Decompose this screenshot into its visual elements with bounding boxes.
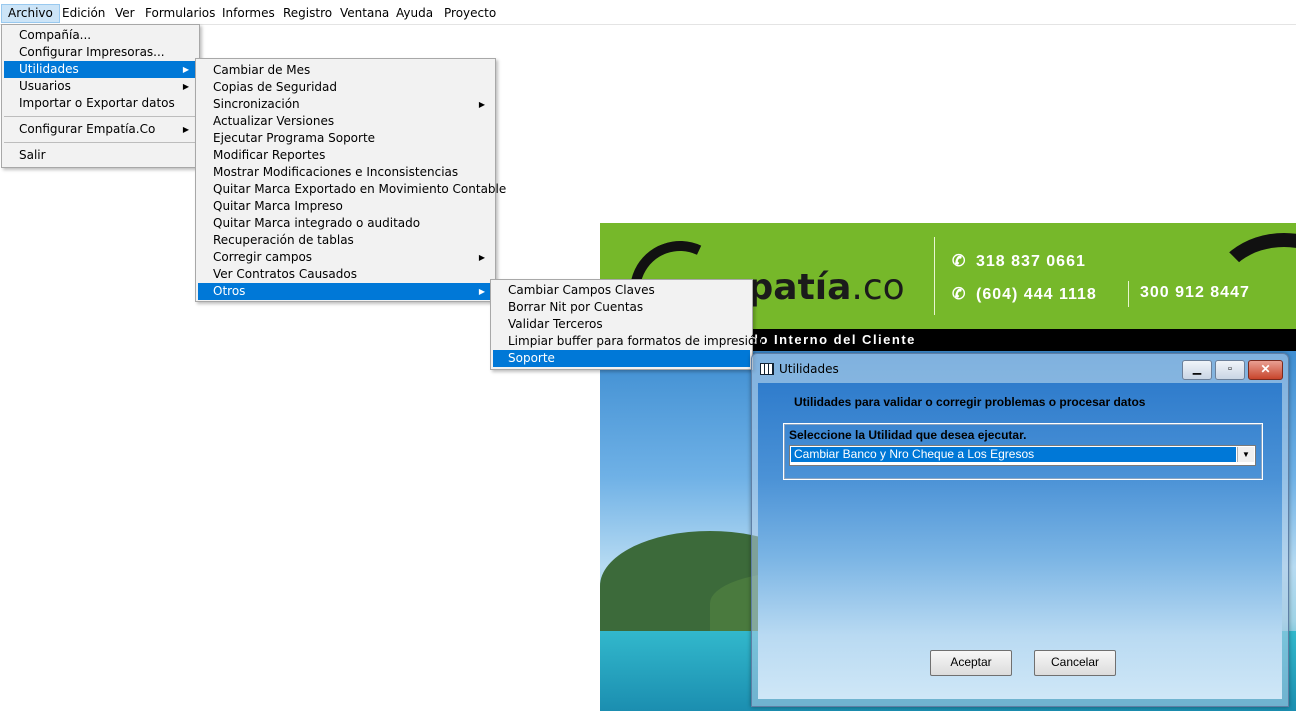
- menu-item-soporte[interactable]: Soporte: [493, 350, 750, 367]
- close-button[interactable]: ✕: [1248, 360, 1283, 380]
- maximize-icon: ▫: [1228, 363, 1232, 375]
- divider: [934, 237, 935, 315]
- utility-groupbox: Seleccione la Utilidad que desea ejecuta…: [783, 423, 1263, 480]
- menu-item-ejecutar-soporte[interactable]: Ejecutar Programa Soporte: [198, 130, 493, 147]
- menu-item-quitar-marca-impreso[interactable]: Quitar Marca Impreso: [198, 198, 493, 215]
- otros-submenu: Cambiar Campos Claves Borrar Nit por Cue…: [490, 279, 763, 370]
- dialog-heading: Utilidades para validar o corregir probl…: [794, 395, 1146, 409]
- menu-item-configurar-impresoras[interactable]: Configurar Impresoras...: [4, 44, 197, 61]
- cancel-button[interactable]: Cancelar: [1034, 650, 1116, 676]
- menu-item-validar-terceros[interactable]: Validar Terceros: [493, 316, 750, 333]
- whatsapp-phone: ✆ 318 837 0661: [952, 253, 1086, 270]
- dialog-titlebar[interactable]: Utilidades ▁ ▫ ✕: [752, 354, 1288, 382]
- menu-item-corregir-campos[interactable]: Corregir campos ▶: [198, 249, 493, 266]
- menu-registro[interactable]: Registro: [277, 4, 338, 23]
- utility-select-value: Cambiar Banco y Nro Cheque a Los Egresos: [791, 447, 1236, 462]
- maximize-button[interactable]: ▫: [1215, 360, 1245, 380]
- phone-icon: ✆: [952, 286, 967, 303]
- menu-informes[interactable]: Informes: [216, 4, 281, 23]
- dropdown-button[interactable]: ▼: [1237, 447, 1254, 462]
- submenu-arrow-icon: ▶: [478, 253, 485, 262]
- menu-item-compania[interactable]: Compañía...: [4, 27, 197, 44]
- submenu-arrow-icon: ▶: [182, 65, 189, 74]
- submenu-arrow-icon: ▶: [182, 82, 189, 91]
- menu-formularios[interactable]: Formularios: [139, 4, 221, 23]
- utilidades-submenu: Cambiar de Mes Copias de Seguridad Sincr…: [195, 58, 506, 302]
- menu-item-cambiar-mes[interactable]: Cambiar de Mes: [198, 62, 493, 79]
- archivo-menu: Compañía... Configurar Impresoras... Uti…: [1, 24, 200, 168]
- menu-ver[interactable]: Ver: [109, 4, 141, 23]
- submenu-arrow-icon: ▶: [478, 100, 485, 109]
- menu-proyecto[interactable]: Proyecto: [438, 4, 502, 23]
- menu-item-copias-seguridad[interactable]: Copias de Seguridad: [198, 79, 493, 96]
- submenu-arrow-icon: ▶: [182, 125, 189, 134]
- menu-item-actualizar-versiones[interactable]: Actualizar Versiones: [198, 113, 493, 130]
- select-label: Seleccione la Utilidad que desea ejecuta…: [789, 428, 1027, 442]
- utilidades-dialog: Utilidades ▁ ▫ ✕ Utilidades para validar…: [751, 353, 1289, 707]
- divider: [1128, 281, 1129, 307]
- menu-item-otros[interactable]: Otros ▶: [198, 283, 493, 300]
- menu-separator: [4, 116, 197, 117]
- utility-select[interactable]: Cambiar Banco y Nro Cheque a Los Egresos…: [789, 445, 1256, 466]
- menu-item-quitar-marca-exportado[interactable]: Quitar Marca Exportado en Movimiento Con…: [198, 181, 506, 198]
- menu-separator: [4, 142, 197, 143]
- menu-edicion[interactable]: Edición: [56, 4, 111, 23]
- menu-item-recuperacion-tablas[interactable]: Recuperación de tablas: [198, 232, 493, 249]
- menu-item-configurar-empatia[interactable]: Configurar Empatía.Co ▶: [4, 121, 197, 138]
- close-icon: ✕: [1260, 362, 1271, 376]
- menu-item-mostrar-modificaciones[interactable]: Mostrar Modificaciones e Inconsistencias: [198, 164, 493, 181]
- menu-item-utilidades[interactable]: Utilidades ▶: [4, 61, 197, 78]
- menu-item-usuarios[interactable]: Usuarios ▶: [4, 78, 197, 95]
- menu-ayuda[interactable]: Ayuda: [390, 4, 439, 23]
- menu-item-borrar-nit[interactable]: Borrar Nit por Cuentas: [493, 299, 750, 316]
- accept-button[interactable]: Aceptar: [930, 650, 1012, 676]
- landline-phone: ✆ (604) 444 1118: [952, 286, 1097, 303]
- dialog-client-area: Utilidades para validar o corregir probl…: [758, 383, 1282, 699]
- menu-item-ver-contratos[interactable]: Ver Contratos Causados: [198, 266, 493, 283]
- whatsapp-icon: ✆: [952, 253, 967, 270]
- menu-item-importar-exportar[interactable]: Importar o Exportar datos: [4, 95, 197, 112]
- menu-ventana[interactable]: Ventana: [334, 4, 395, 23]
- menu-item-salir[interactable]: Salir: [4, 147, 197, 164]
- minimize-button[interactable]: ▁: [1182, 360, 1212, 380]
- window-icon: [760, 363, 774, 375]
- dialog-title: Utilidades: [779, 362, 839, 376]
- minimize-icon: ▁: [1192, 363, 1202, 375]
- menu-item-sincronizacion[interactable]: Sincronización ▶: [198, 96, 493, 113]
- menu-item-cambiar-campos-claves[interactable]: Cambiar Campos Claves: [493, 282, 750, 299]
- chevron-down-icon: ▼: [1242, 450, 1250, 459]
- menu-archivo[interactable]: Archivo: [1, 4, 60, 23]
- menu-item-limpiar-buffer[interactable]: Limpiar buffer para formatos de impresió…: [493, 333, 763, 350]
- submenu-arrow-icon: ▶: [478, 287, 485, 296]
- menu-bar: Archivo Edición Ver Formularios Informes…: [0, 0, 1296, 25]
- menu-item-modificar-reportes[interactable]: Modificar Reportes: [198, 147, 493, 164]
- menu-item-quitar-marca-integrado[interactable]: Quitar Marca integrado o auditado: [198, 215, 493, 232]
